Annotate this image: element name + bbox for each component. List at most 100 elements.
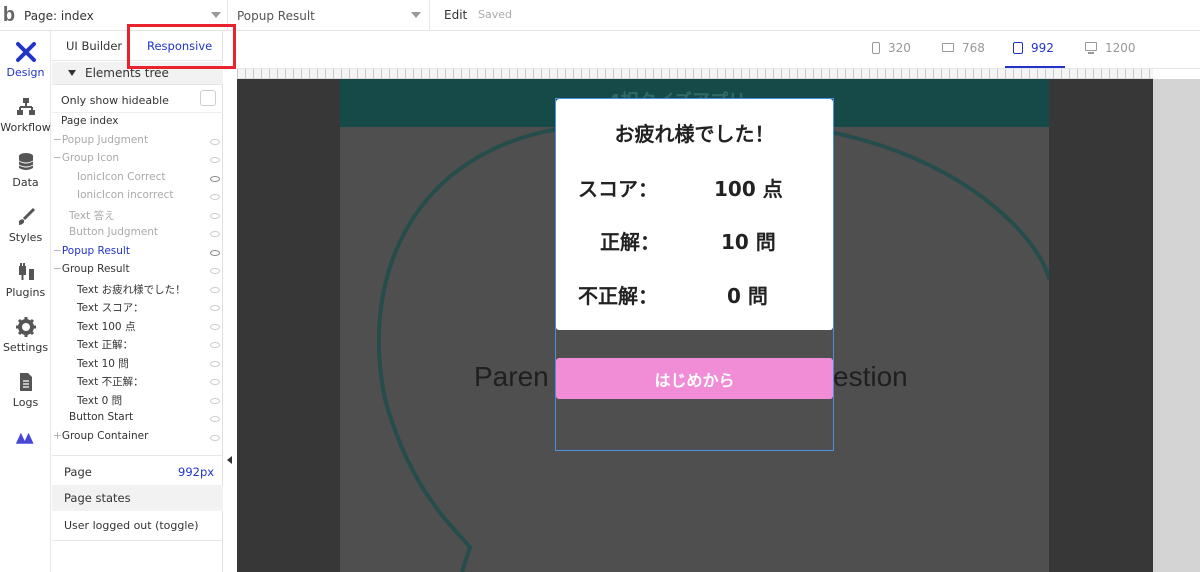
eye-icon[interactable] [210, 323, 220, 330]
tree-item[interactable]: Button Judgment [69, 226, 158, 244]
canvas-scrollbar[interactable] [1153, 79, 1200, 572]
tree-item[interactable]: Text 答え [69, 208, 115, 226]
rail-styles[interactable]: Styles [0, 196, 51, 251]
brush-icon [15, 206, 37, 228]
tree-item-label: Page index [61, 115, 119, 127]
eye-icon[interactable] [210, 138, 220, 145]
save-status: Saved [478, 8, 512, 21]
collapse-icon[interactable]: − [53, 245, 62, 257]
rail-logs[interactable]: Logs [0, 361, 51, 416]
eye-icon[interactable] [210, 157, 220, 163]
tree-item[interactable]: Text スコア： [77, 300, 144, 318]
tree-item-label: Group Container [61, 429, 149, 442]
eye-icon[interactable] [210, 231, 220, 237]
tree-item[interactable]: Text 10 問 [77, 356, 129, 374]
page-states-header: Page states [52, 485, 223, 511]
tree-item[interactable]: Page index [61, 115, 118, 133]
collapse-icon[interactable]: − [53, 263, 62, 275]
eye-icon[interactable] [210, 268, 220, 274]
collapse-panel-icon[interactable] [227, 456, 232, 464]
rail-workflow[interactable]: Workflow [0, 86, 51, 141]
eye-icon[interactable] [210, 360, 220, 367]
eye-icon[interactable] [210, 286, 220, 293]
breakpoint-320[interactable]: 320 [872, 41, 911, 65]
tree-item[interactable]: Text お疲れ様でした！ [77, 282, 186, 300]
tree-item[interactable]: −Group Icon [53, 152, 119, 170]
tree-item[interactable]: Text 正解： [77, 337, 133, 355]
eye-icon[interactable] [210, 212, 220, 219]
tree-item[interactable]: +Group Container [53, 430, 148, 448]
eye-icon[interactable] [210, 342, 220, 348]
tree-item[interactable]: IonicIcon Correct [77, 171, 165, 189]
eye-icon[interactable] [210, 416, 220, 422]
breakpoint-992[interactable]: 992 [1005, 41, 1065, 68]
tree-item[interactable]: Text 0 問 [77, 393, 122, 411]
tree-item[interactable]: Button Start [69, 411, 133, 429]
rail-label: Plugins [5, 286, 46, 299]
tree-item[interactable]: Text 不正解： [77, 374, 144, 392]
collapse-icon[interactable]: − [53, 152, 62, 164]
breakpoint-768[interactable]: 768 [942, 41, 985, 65]
rail-settings[interactable]: Settings [0, 306, 51, 361]
tree-item-label: Text お疲れ様でした！ [77, 283, 186, 296]
rail-label: Data [12, 176, 39, 189]
breakpoint-label: 1200 [1105, 41, 1136, 55]
tree-item-label: Text 10 問 [77, 357, 129, 370]
breakpoint-1200[interactable]: 1200 [1085, 41, 1136, 65]
logged-out-label: User logged out (toggle) [64, 519, 199, 532]
eye-icon[interactable] [210, 175, 220, 182]
eye-icon[interactable] [210, 434, 220, 441]
tree-item[interactable]: −Popup Judgment [53, 134, 148, 152]
tree-item[interactable]: −Popup Result [53, 245, 130, 263]
rail-design[interactable]: Design [0, 31, 51, 86]
bubble-logo[interactable]: b [0, 0, 18, 31]
popup-result[interactable]: お疲れ様でした！ スコア： 100 点 正解： 10 問 不正解： 0 問 [556, 99, 833, 330]
question-text-right: estion [833, 361, 908, 392]
tree-item-label: Text 正解： [77, 339, 134, 351]
rail-label: Styles [8, 231, 43, 244]
element-select[interactable]: Popup Result [229, 0, 430, 31]
tablet-landscape-icon [942, 43, 954, 52]
start-button[interactable]: はじめから [556, 358, 833, 399]
tree-item[interactable]: IonicIcon incorrect [77, 189, 174, 207]
eye-icon[interactable] [210, 397, 220, 404]
tree-item-label: Group Icon [61, 152, 120, 164]
left-rail: Design Workflow Data Styles Plugins Sett… [0, 31, 51, 572]
tree-item[interactable]: −Group Result [53, 263, 130, 281]
tab-ui-builder[interactable]: UI Builder [66, 39, 122, 53]
only-show-hideable-checkbox[interactable] [200, 90, 216, 106]
tree-item-label: Group Result [61, 263, 130, 275]
edit-menu[interactable]: Edit [444, 8, 467, 22]
eye-icon[interactable] [210, 379, 220, 385]
rail-label: Design [6, 66, 45, 79]
eye-icon[interactable] [210, 249, 220, 256]
expand-icon[interactable]: + [53, 430, 62, 442]
breakpoint-label: 768 [962, 41, 985, 55]
eye-icon[interactable] [210, 305, 220, 311]
chevron-down-icon [211, 12, 221, 18]
only-show-hideable: Only show hideable [52, 86, 223, 113]
breakpoint-label: 992 [1031, 41, 1054, 55]
incorrect-label: 不正解： [578, 284, 658, 308]
tree-item[interactable]: Text 100 点 [77, 319, 135, 337]
collapse-icon[interactable]: − [53, 134, 62, 146]
logged-out-toggle[interactable]: User logged out (toggle) [52, 511, 223, 541]
score-label: スコア： [578, 177, 658, 201]
breakpoint-label: 320 [888, 41, 911, 55]
popup-title: お疲れ様でした！ [614, 122, 775, 146]
incorrect-value: 0 問 [727, 284, 768, 308]
element-select-label: Popup Result [237, 8, 315, 23]
page-width-value[interactable]: 992px [178, 465, 214, 479]
rail-plugins[interactable]: Plugins [0, 251, 51, 306]
eye-icon[interactable] [210, 194, 220, 200]
horizontal-ruler [237, 69, 1153, 79]
question-text-left: Paren [474, 361, 549, 392]
correct-value: 10 問 [721, 230, 776, 254]
design-panel: UI Builder Responsive Elements tree Only… [52, 31, 223, 572]
page-width-label: Page [64, 465, 92, 479]
rail-bubble[interactable] [0, 416, 51, 471]
page-states-label: Page states [64, 491, 131, 505]
rail-label: Workflow [0, 121, 51, 134]
rail-data[interactable]: Data [0, 141, 51, 196]
tree-item-label: Text 答え [69, 209, 115, 222]
